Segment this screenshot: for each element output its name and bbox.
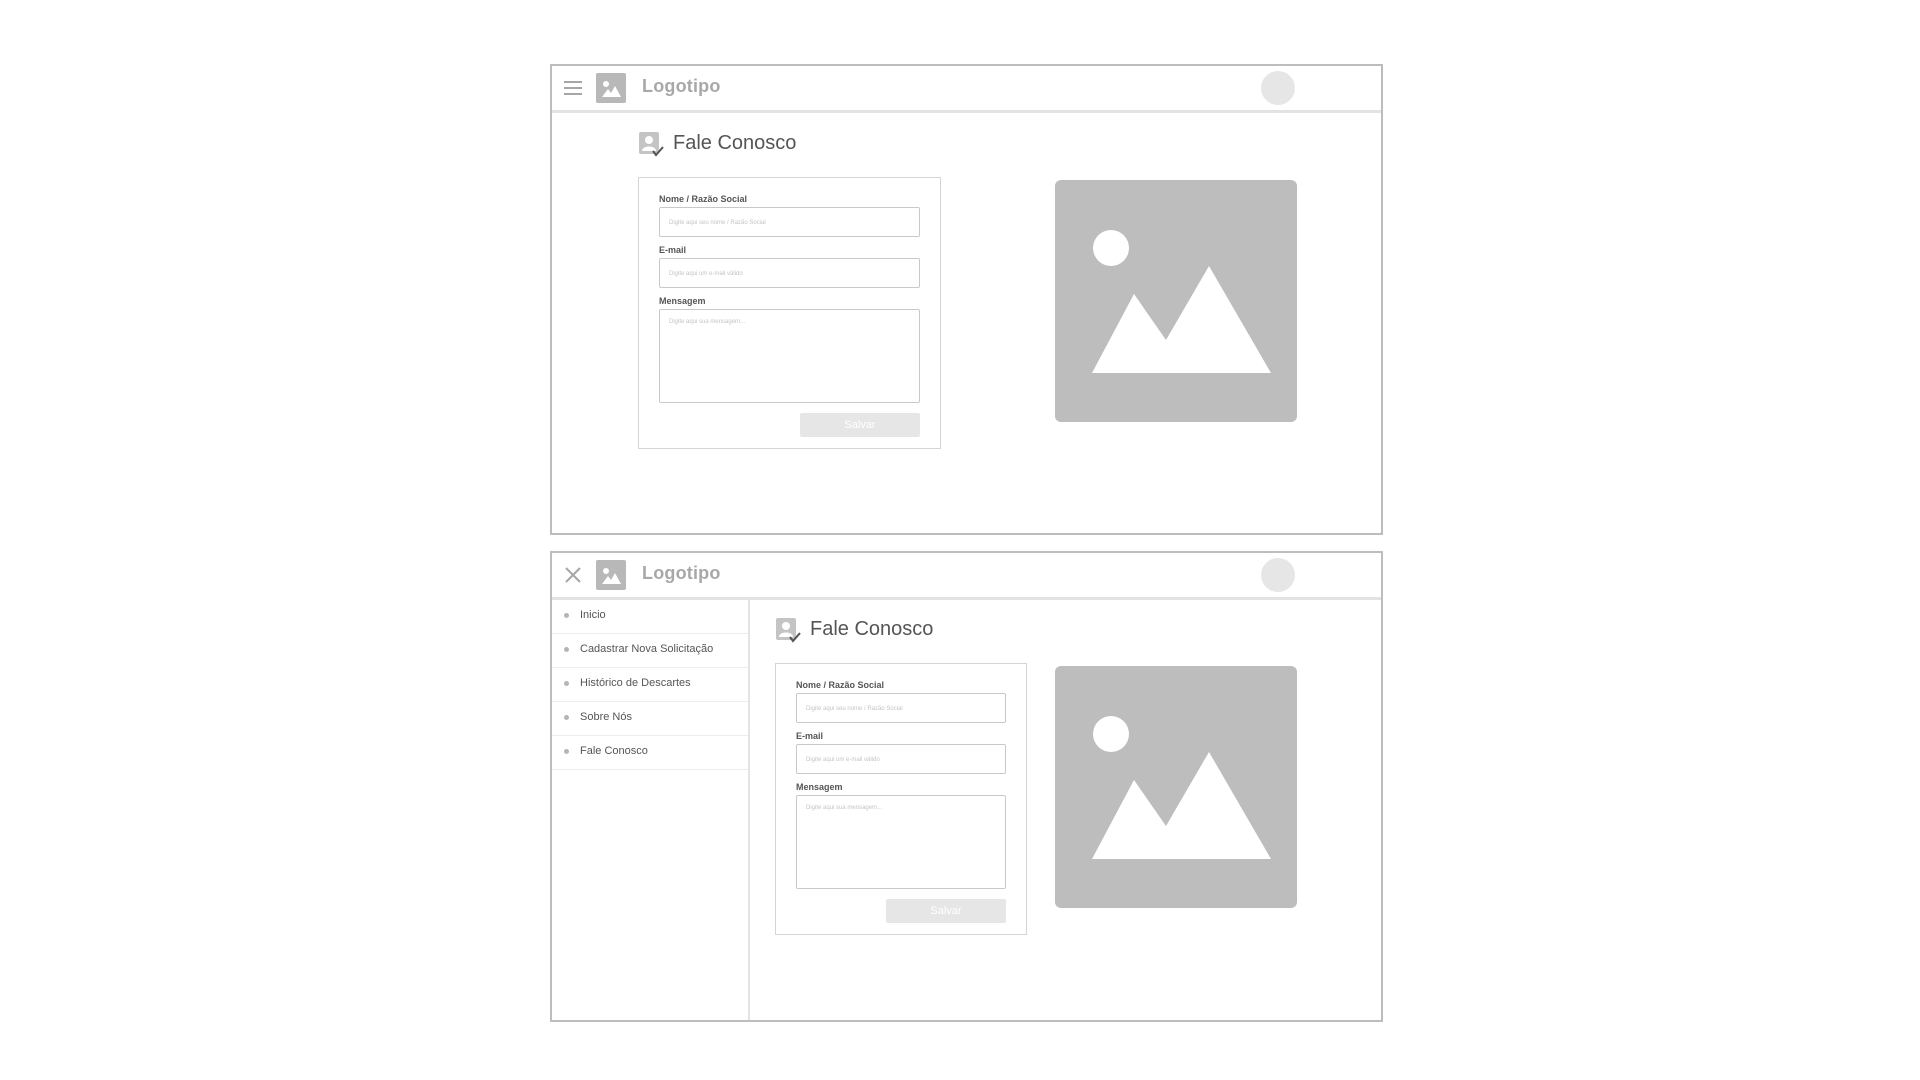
email-label: E-mail [796, 731, 824, 741]
email-input[interactable]: Digite aqui um e-mail válido [659, 258, 920, 288]
wireframe-collapsed-menu: Logotipo Fale Conosco Nome / Razão Socia… [550, 64, 1383, 535]
top-bar: Logotipo [552, 553, 1381, 600]
close-icon[interactable] [563, 565, 583, 585]
message-label: Mensagem [796, 782, 843, 792]
save-button[interactable]: Salvar [886, 899, 1006, 923]
name-input[interactable]: Digite aqui seu nome / Razão Social [796, 693, 1006, 723]
logo-image-icon [596, 73, 626, 103]
avatar[interactable] [1261, 558, 1295, 592]
avatar[interactable] [1261, 71, 1295, 105]
sidebar-item-cadastrar[interactable]: Cadastrar Nova Solicitação [552, 634, 748, 668]
hamburger-menu-icon[interactable] [564, 80, 582, 96]
sidebar-menu: Inicio Cadastrar Nova Solicitação Histór… [552, 600, 750, 1020]
logo-text: Logotipo [642, 563, 721, 583]
contact-book-icon [638, 130, 664, 158]
bullet-icon [564, 749, 569, 754]
wireframe-expanded-menu: Logotipo Inicio Cadastrar Nova Solicitaç… [550, 551, 1383, 1022]
sidebar-item-inicio[interactable]: Inicio [552, 600, 748, 634]
message-label: Mensagem [659, 296, 706, 306]
page-header: Fale Conosco [775, 616, 975, 646]
email-label: E-mail [659, 245, 687, 255]
sidebar-item-historico[interactable]: Histórico de Descartes [552, 668, 748, 702]
image-placeholder-icon [1055, 180, 1297, 422]
bullet-icon [564, 613, 569, 618]
sidebar-item-sobre[interactable]: Sobre Nós [552, 702, 748, 736]
page-title: Fale Conosco [810, 618, 934, 640]
name-input[interactable]: Digite aqui seu nome / Razão Social [659, 207, 920, 237]
logo-text: Logotipo [642, 76, 721, 96]
contact-form: Nome / Razão Social Digite aqui seu nome… [638, 177, 941, 449]
sidebar-item-label: Cadastrar Nova Solicitação [580, 643, 714, 655]
email-input[interactable]: Digite aqui um e-mail válido [796, 744, 1006, 774]
bullet-icon [564, 647, 569, 652]
sidebar-item-fale-conosco[interactable]: Fale Conosco [552, 736, 748, 770]
bullet-icon [564, 681, 569, 686]
image-placeholder-icon [1055, 666, 1297, 908]
sidebar-item-label: Inicio [580, 609, 606, 621]
name-label: Nome / Razão Social [796, 680, 885, 690]
page-header: Fale Conosco [638, 130, 838, 160]
message-textarea[interactable]: Digite aqui sua mensagem... [796, 795, 1006, 889]
logo-image-icon [596, 560, 626, 590]
message-textarea[interactable]: Digite aqui sua mensagem... [659, 309, 920, 403]
top-bar: Logotipo [552, 66, 1381, 113]
sidebar-item-label: Histórico de Descartes [580, 677, 691, 689]
sidebar-item-label: Sobre Nós [580, 711, 632, 723]
sidebar-item-label: Fale Conosco [580, 745, 648, 757]
contact-form: Nome / Razão Social Digite aqui seu nome… [775, 663, 1027, 935]
bullet-icon [564, 715, 569, 720]
save-button[interactable]: Salvar [800, 413, 920, 437]
contact-book-icon [775, 616, 801, 644]
page-title: Fale Conosco [673, 132, 797, 154]
name-label: Nome / Razão Social [659, 194, 748, 204]
